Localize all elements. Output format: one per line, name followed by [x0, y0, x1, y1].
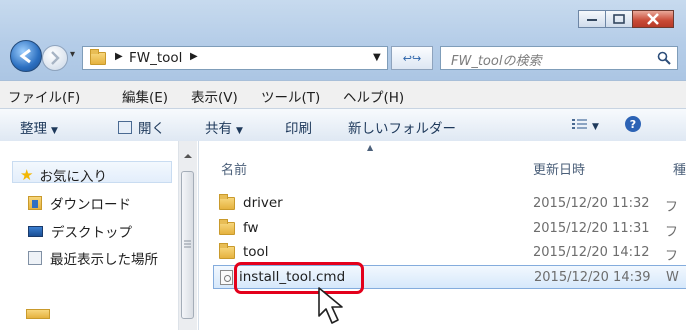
file-row-fw[interactable]: fw 2015/12/20 11:31 フ	[213, 218, 686, 240]
menu-edit[interactable]: 編集(E)	[122, 86, 168, 106]
nav-recent[interactable]: 最近表示した場所	[28, 248, 178, 268]
refresh-icon: ↩↪	[402, 51, 422, 65]
file-date: 2015/12/20 11:32	[533, 196, 650, 211]
search-input[interactable]: FW_toolの検索	[440, 46, 678, 70]
nav-desktop-label: デスクトップ	[51, 225, 132, 241]
navigation-pane: ★ お気に入り ダウンロード デスクトップ 最近表示した場所	[0, 141, 199, 330]
nav-favorites[interactable]: ★ お気に入り	[20, 165, 107, 185]
share-button[interactable]: 共有 ▼	[205, 117, 243, 137]
change-view-button[interactable]: ▼	[572, 117, 599, 133]
nav-downloads[interactable]: ダウンロード	[28, 193, 131, 213]
download-folder-icon	[28, 196, 42, 210]
scrollbar-thumb[interactable]	[181, 171, 194, 319]
column-header-type[interactable]: 種	[673, 159, 686, 178]
minimize-icon	[587, 19, 597, 21]
file-type: フ	[665, 200, 679, 215]
nav-recent-label: 最近表示した場所	[50, 252, 158, 268]
file-list: 名前 ▲ 更新日時 種 driver 2015/12/20 11:32 フ fw…	[199, 141, 686, 330]
view-list-icon	[572, 119, 587, 129]
maximize-icon	[613, 14, 625, 24]
new-folder-button[interactable]: 新しいフォルダー	[348, 117, 456, 137]
file-name: tool	[243, 244, 269, 260]
command-bar: 整理 ▼ 開く 共有 ▼ 印刷 新しいフォルダー ▼ ?	[0, 108, 686, 142]
library-folder-icon	[26, 309, 50, 319]
desktop-icon	[28, 225, 43, 237]
file-type: フ	[665, 249, 679, 264]
search-placeholder: FW_toolの検索	[451, 54, 542, 69]
open-button[interactable]: 開く	[118, 117, 165, 137]
share-label: 共有	[205, 121, 232, 137]
cmd-file-icon	[220, 269, 233, 285]
menu-file[interactable]: ファイル(F)	[8, 86, 80, 106]
menu-help[interactable]: ヘルプ(H)	[343, 86, 404, 106]
folder-icon	[90, 49, 106, 65]
star-icon: ★	[20, 166, 34, 184]
file-name: driver	[243, 195, 283, 211]
maximize-button[interactable]	[605, 10, 633, 28]
file-name: fw	[243, 220, 259, 236]
folder-icon	[219, 218, 235, 235]
forward-button[interactable]	[42, 45, 68, 71]
address-bar[interactable]: ▶ FW_tool ▶ ▼	[82, 46, 388, 70]
file-type: フ	[665, 225, 679, 240]
mouse-cursor-icon	[318, 287, 343, 324]
file-row-tool[interactable]: tool 2015/12/20 14:12 フ	[213, 242, 686, 264]
breadcrumb-chevron-icon[interactable]: ▶	[115, 51, 123, 62]
menu-bar: ファイル(F) 編集(E) 表示(V) ツール(T) ヘルプ(H)	[0, 80, 686, 109]
nav-scrollbar[interactable]	[178, 141, 197, 330]
organize-button[interactable]: 整理 ▼	[20, 117, 58, 137]
file-date: 2015/12/20 11:31	[533, 221, 650, 236]
folder-icon	[219, 242, 235, 259]
open-label: 開く	[138, 121, 165, 137]
forward-arrow-icon	[51, 51, 60, 65]
file-date: 2015/12/20 14:39	[534, 270, 651, 285]
column-header-name[interactable]: 名前	[221, 159, 247, 178]
close-button[interactable]	[632, 10, 674, 28]
close-icon	[647, 13, 659, 25]
recent-places-icon	[28, 251, 42, 265]
back-button[interactable]	[10, 40, 42, 72]
menu-view[interactable]: 表示(V)	[191, 86, 238, 106]
breadcrumb-chevron-icon[interactable]: ▶	[190, 51, 198, 62]
minimize-button[interactable]	[578, 10, 606, 28]
sort-indicator-icon: ▲	[367, 143, 374, 152]
file-row-driver[interactable]: driver 2015/12/20 11:32 フ	[213, 193, 686, 215]
search-icon	[657, 51, 671, 65]
menu-tools[interactable]: ツール(T)	[261, 86, 320, 106]
address-row: ▾ ▶ FW_tool ▶ ▼ ↩↪ FW_toolの検索	[0, 40, 686, 74]
folder-icon	[219, 193, 235, 210]
grip-icon	[184, 240, 191, 248]
breadcrumb-fw-tool[interactable]: FW_tool	[129, 50, 182, 66]
back-arrow-icon	[19, 48, 31, 64]
file-type: W	[666, 270, 679, 285]
explorer-window: ▾ ▶ FW_tool ▶ ▼ ↩↪ FW_toolの検索 ファイル(F) 編集…	[0, 0, 686, 330]
recent-pages-dropdown[interactable]: ▾	[70, 49, 75, 60]
file-date: 2015/12/20 14:12	[533, 245, 650, 260]
nav-favorites-label: お気に入り	[39, 169, 107, 185]
nav-desktop[interactable]: デスクトップ	[28, 221, 132, 241]
help-button[interactable]: ?	[624, 115, 642, 137]
svg-text:?: ?	[630, 118, 636, 131]
help-icon: ?	[625, 116, 641, 132]
organize-label: 整理	[20, 121, 47, 137]
address-dropdown-icon[interactable]: ▼	[373, 52, 381, 63]
column-header-date[interactable]: 更新日時	[533, 159, 585, 178]
title-bar	[0, 0, 686, 38]
refresh-button[interactable]: ↩↪	[391, 46, 433, 70]
scroll-up-icon[interactable]	[180, 151, 196, 161]
nav-downloads-label: ダウンロード	[50, 197, 131, 213]
open-icon	[118, 121, 132, 134]
print-button[interactable]: 印刷	[285, 117, 312, 137]
